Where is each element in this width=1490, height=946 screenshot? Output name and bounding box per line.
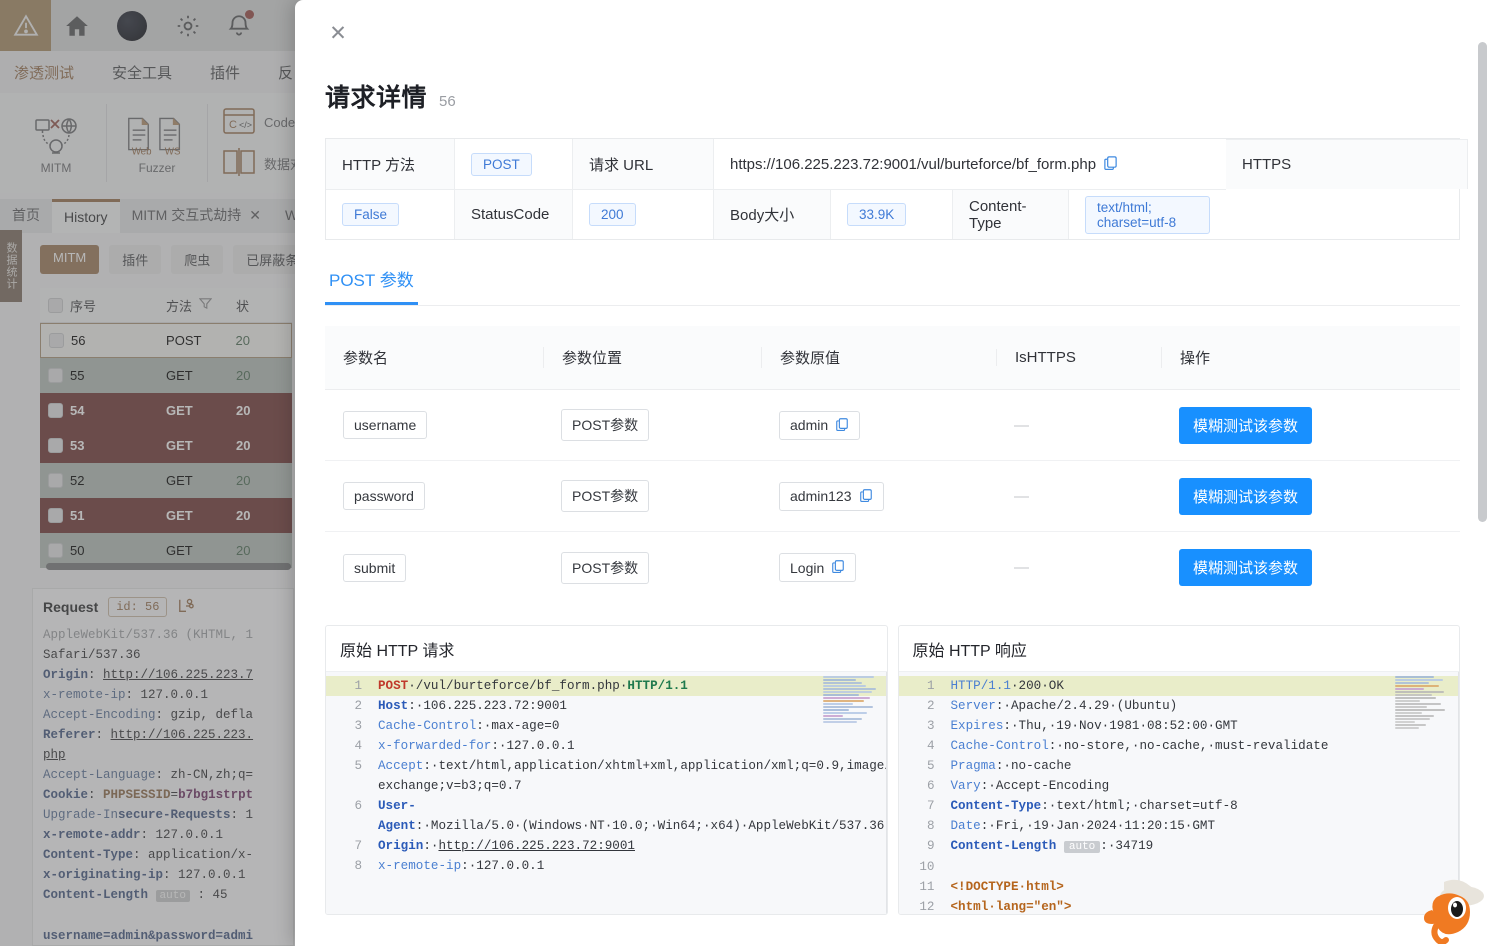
param-is-https: — bbox=[1014, 487, 1029, 505]
param-name: username bbox=[343, 411, 428, 439]
table-row: username POST参数 admin — 模糊测试该参数 bbox=[325, 390, 1460, 461]
param-position: POST参数 bbox=[561, 409, 650, 441]
col-actions: 操作 bbox=[1161, 347, 1421, 368]
screen: 渗透测试 安全工具 插件 反 MITM Web WS Fuzzer C </> … bbox=[0, 0, 1490, 946]
raw-request-title: 原始 HTTP 请求 bbox=[326, 626, 887, 672]
request-url-text: https://106.225.223.72:9001/vul/burtefor… bbox=[730, 155, 1097, 173]
param-value-text: Login bbox=[790, 559, 825, 576]
content-type-badge: text/html; charset=utf-8 bbox=[1085, 195, 1210, 234]
request-detail-modal: ✕ 请求详情 56 HTTP 方法 POST 请求 URL https://10… bbox=[295, 0, 1490, 946]
close-icon[interactable]: ✕ bbox=[325, 20, 351, 46]
param-table-header: 参数名 参数位置 参数原值 IsHTTPS 操作 bbox=[325, 326, 1460, 390]
raw-request-panel: 原始 HTTP 请求 1 POST·/vul/burteforce/bf_form… bbox=[325, 625, 888, 915]
raw-response-code[interactable]: 1 HTTP/1.1·200·OK 2 Server:·Apache/2.4.29·… bbox=[898, 672, 1459, 914]
label-request-url: 请求 URL bbox=[573, 139, 714, 189]
label-content-type: Content-Type bbox=[953, 189, 1069, 239]
fuzz-param-button[interactable]: 模糊测试该参数 bbox=[1179, 406, 1313, 444]
modal-scrollbar-thumb[interactable] bbox=[1478, 42, 1487, 522]
label-https: HTTPS bbox=[1226, 139, 1468, 189]
param-value-text: admin123 bbox=[790, 488, 852, 504]
value-body-size: 33.9K bbox=[831, 189, 953, 239]
copy-icon[interactable] bbox=[859, 488, 873, 505]
raw-request-code[interactable]: 1 POST·/vul/burteforce/bf_form.php·HTTP/1… bbox=[326, 672, 887, 914]
tab-post-params[interactable]: POST 参数 bbox=[325, 266, 418, 305]
value-http-method: POST bbox=[455, 139, 573, 189]
modal-scrollbar-track[interactable] bbox=[1476, 0, 1490, 946]
value-content-type: text/html; charset=utf-8 bbox=[1069, 189, 1226, 239]
label-status-code: StatusCode bbox=[455, 189, 573, 239]
col-param-position: 参数位置 bbox=[543, 347, 761, 368]
param-table: 参数名 参数位置 参数原值 IsHTTPS 操作 username POST参数… bbox=[325, 326, 1460, 603]
param-value: admin123 bbox=[779, 481, 884, 511]
page-title-number: 56 bbox=[439, 93, 456, 110]
param-value-text: admin bbox=[790, 417, 829, 433]
page-title: 请求详情 bbox=[325, 84, 428, 112]
https-badge: False bbox=[342, 203, 400, 226]
param-name: submit bbox=[343, 553, 407, 582]
param-value: admin bbox=[779, 410, 861, 440]
table-row: submit POST参数 Login — 模糊测试该参数 bbox=[325, 532, 1460, 603]
copy-icon[interactable] bbox=[831, 559, 845, 576]
col-is-https: IsHTTPS bbox=[996, 349, 1161, 366]
copy-icon[interactable] bbox=[1103, 155, 1118, 174]
copy-icon[interactable] bbox=[835, 417, 849, 434]
status-badge: 200 bbox=[589, 203, 636, 226]
param-value: Login bbox=[779, 553, 857, 582]
param-position: POST参数 bbox=[561, 480, 650, 512]
raw-http-panels: 原始 HTTP 请求 1 POST·/vul/burteforce/bf_form… bbox=[325, 625, 1460, 915]
value-https: False bbox=[326, 189, 455, 239]
raw-response-panel: 原始 HTTP 响应 1 HTTP/1.1·200·OK 2 Server:·Apa… bbox=[897, 625, 1460, 915]
fuzz-param-button[interactable]: 模糊测试该参数 bbox=[1179, 477, 1313, 515]
label-http-method: HTTP 方法 bbox=[326, 139, 455, 189]
param-is-https: — bbox=[1014, 559, 1029, 576]
param-position: POST参数 bbox=[561, 551, 650, 584]
fuzz-param-button[interactable]: 模糊测试该参数 bbox=[1179, 549, 1313, 586]
method-badge: POST bbox=[471, 152, 532, 176]
param-tab-bar: POST 参数 bbox=[325, 266, 1460, 306]
raw-response-title: 原始 HTTP 响应 bbox=[898, 626, 1459, 672]
value-status-code: 200 bbox=[573, 189, 714, 239]
body-size-badge: 33.9K bbox=[847, 203, 907, 226]
table-row: password POST参数 admin123 — 模糊测试该参数 bbox=[325, 461, 1460, 532]
value-request-url: https://106.225.223.72:9001/vul/burtefor… bbox=[714, 139, 1226, 189]
param-name: password bbox=[343, 482, 425, 510]
param-is-https: — bbox=[1014, 416, 1029, 434]
request-info-grid: HTTP 方法 POST 请求 URL https://106.225.223.… bbox=[325, 138, 1468, 240]
col-param-name: 参数名 bbox=[343, 350, 389, 367]
col-param-value: 参数原值 bbox=[761, 347, 996, 368]
modal-header: 请求详情 56 bbox=[325, 0, 1460, 114]
label-body-size: Body大小 bbox=[714, 189, 831, 239]
